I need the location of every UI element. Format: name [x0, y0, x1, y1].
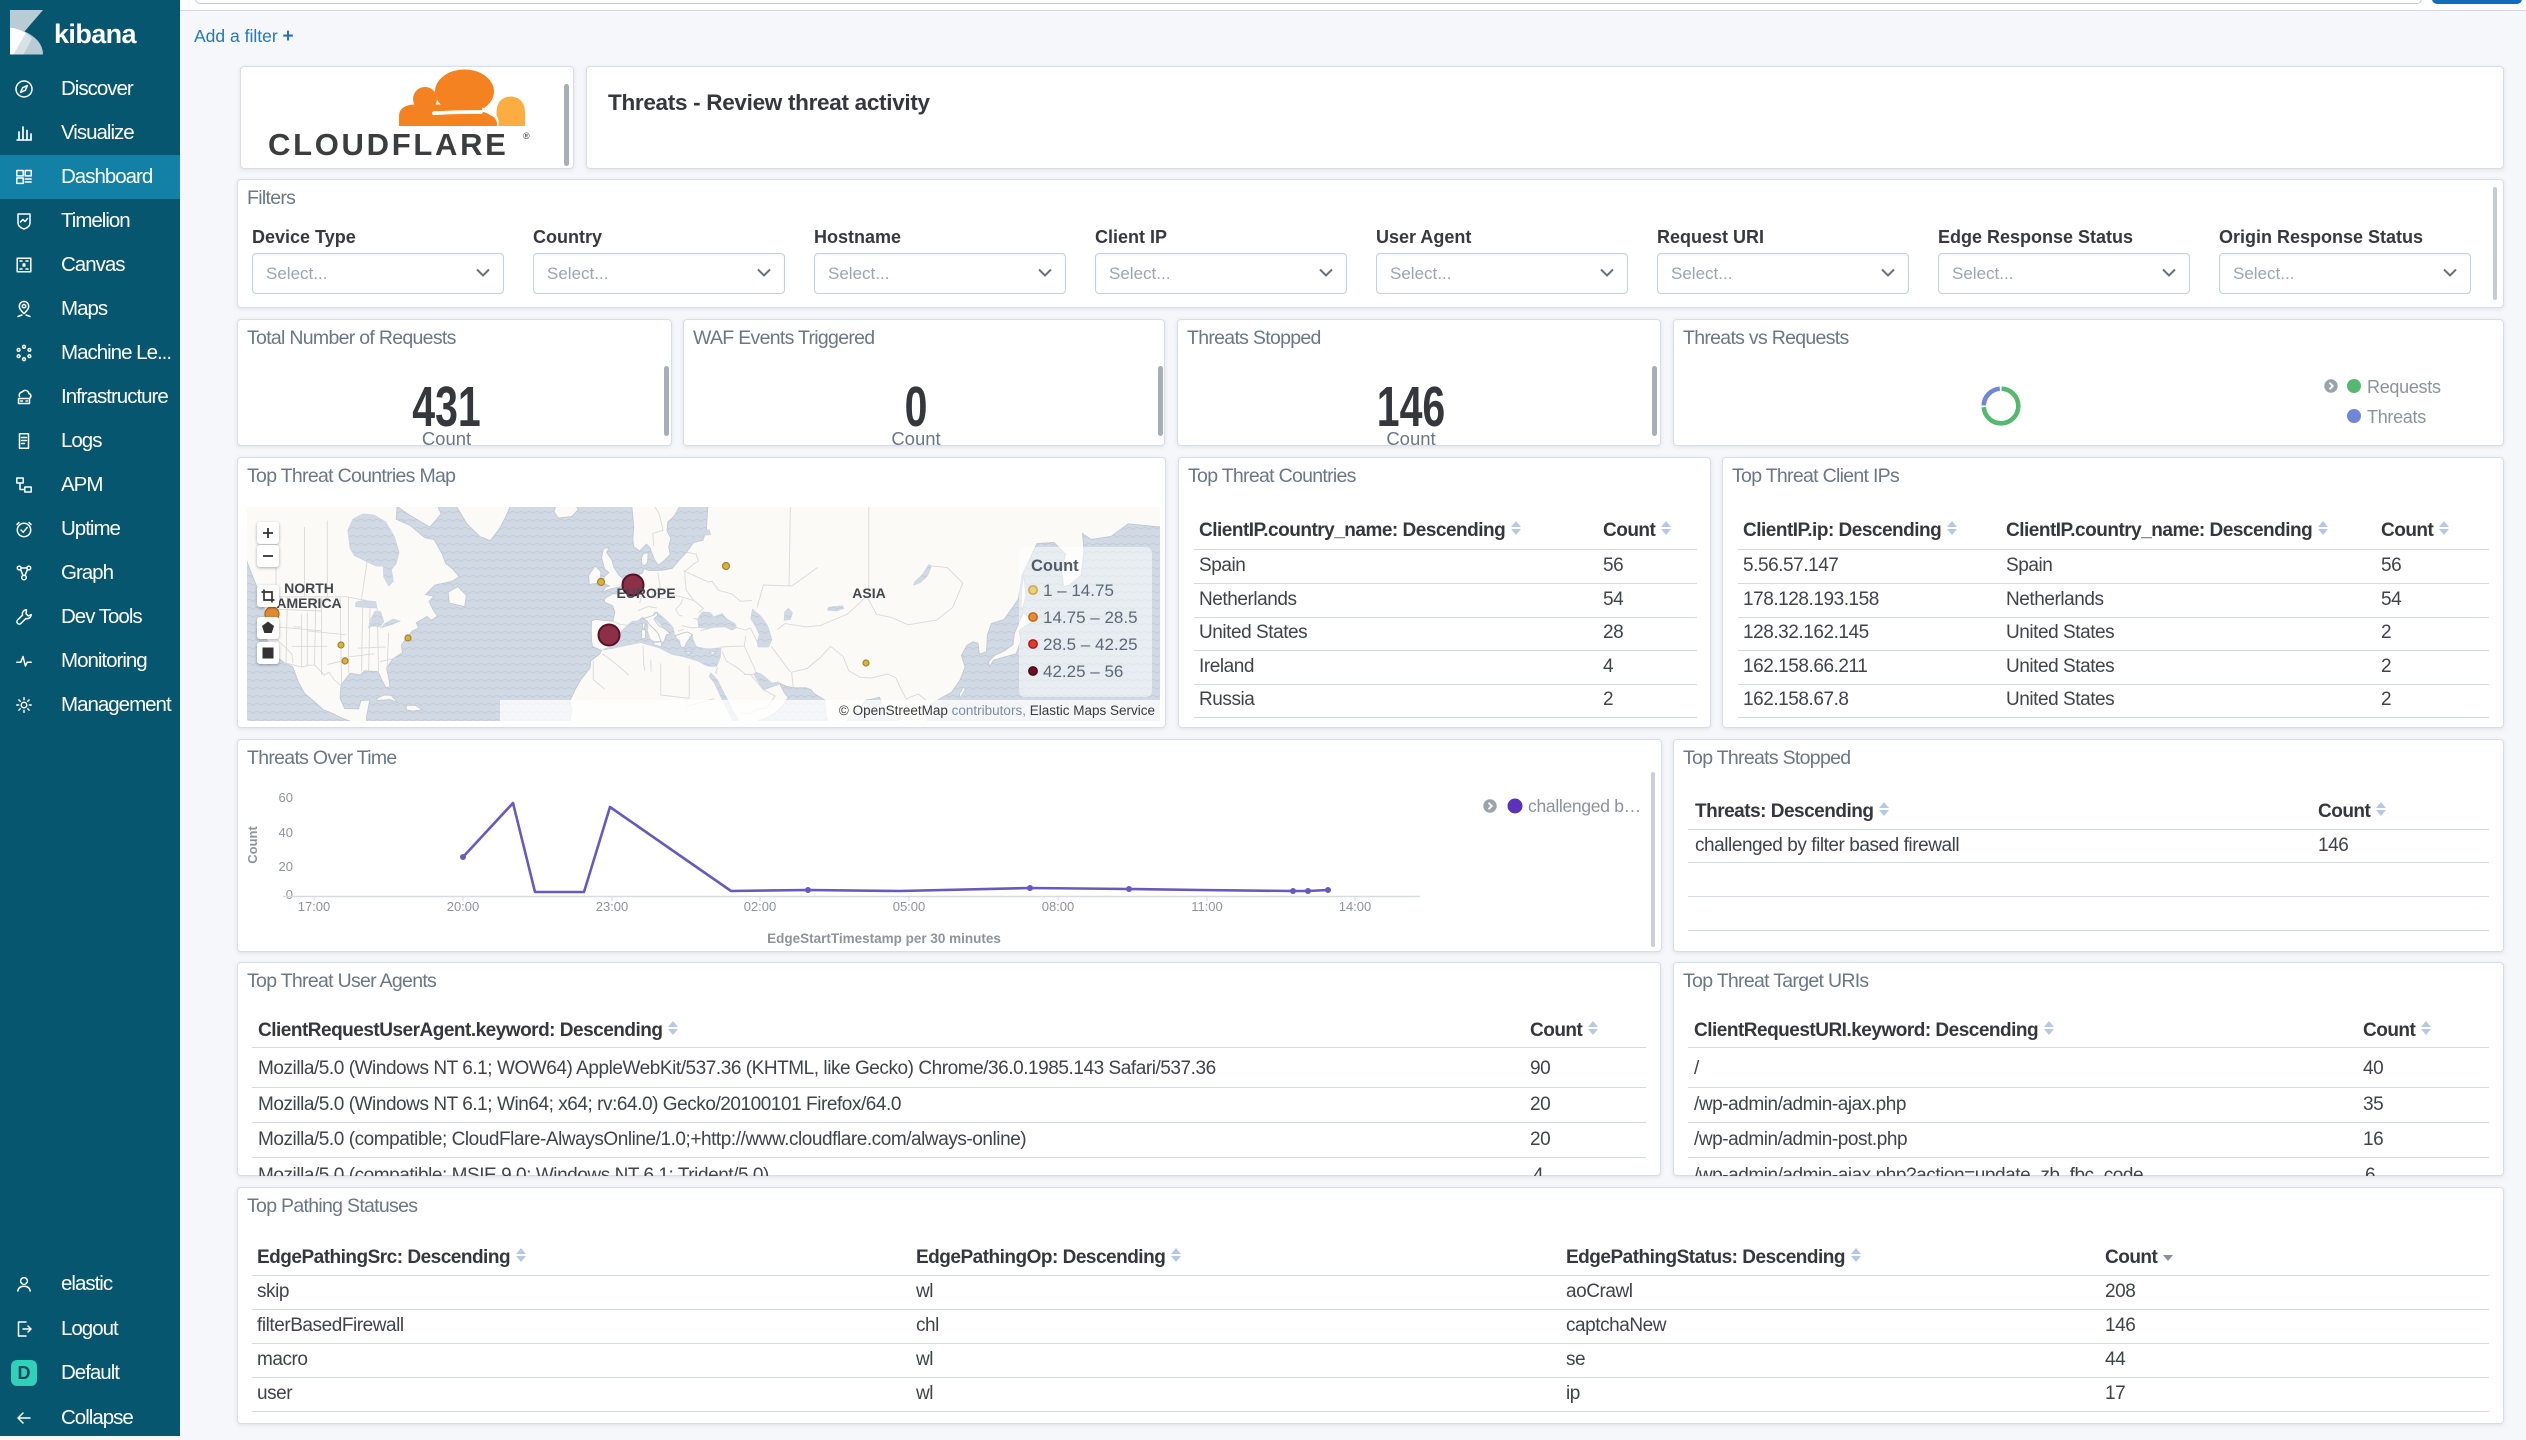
svg-text:Count: Count — [1031, 557, 1079, 575]
svg-text:14.75 – 28.5: 14.75 – 28.5 — [1043, 608, 1138, 627]
svg-text:0: 0 — [286, 887, 293, 902]
svg-text:42.25 – 56: 42.25 – 56 — [1043, 662, 1123, 681]
svg-text:1 – 14.75: 1 – 14.75 — [1043, 581, 1114, 600]
svg-text:NORTH: NORTH — [284, 580, 334, 596]
svg-text:60: 60 — [279, 790, 293, 805]
svg-text:challenged b…: challenged b… — [1528, 796, 1641, 816]
svg-text:17:00: 17:00 — [298, 899, 331, 914]
svg-text:02:00: 02:00 — [744, 899, 777, 914]
svg-text:11:00: 11:00 — [1191, 899, 1223, 914]
svg-text:20: 20 — [279, 859, 293, 874]
svg-text:© OpenStreetMap contributors,: © OpenStreetMap contributors, Elastic Ma… — [839, 703, 1155, 718]
svg-text:23:00: 23:00 — [596, 899, 629, 914]
svg-text:CLOUDFLARE: CLOUDFLARE — [268, 127, 509, 162]
svg-text:05:00: 05:00 — [893, 899, 926, 914]
svg-text:28.5 – 42.25: 28.5 – 42.25 — [1043, 635, 1138, 654]
svg-text:Count: Count — [247, 826, 260, 864]
svg-text:08:00: 08:00 — [1042, 899, 1075, 914]
svg-text:ASIA: ASIA — [852, 585, 885, 601]
svg-text:®: ® — [523, 131, 530, 141]
svg-text:40: 40 — [279, 825, 293, 840]
svg-text:20:00: 20:00 — [447, 899, 480, 914]
svg-text:AMERICA: AMERICA — [276, 595, 341, 611]
svg-text:EUROPE: EUROPE — [616, 585, 675, 601]
svg-text:14:00: 14:00 — [1339, 899, 1372, 914]
svg-text:EdgeStartTimestamp per 30 minu: EdgeStartTimestamp per 30 minutes — [767, 931, 1001, 946]
